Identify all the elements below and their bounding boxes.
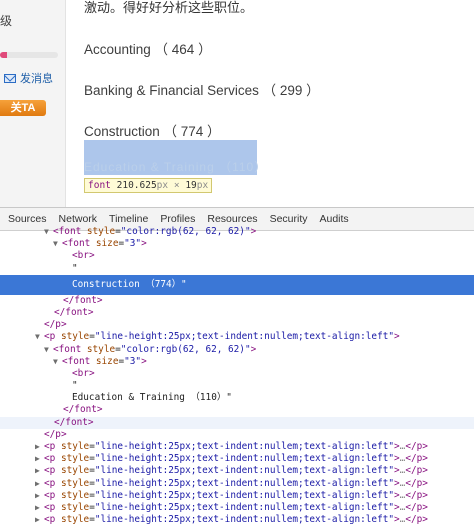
mail-icon (4, 73, 16, 83)
dom-node-p-collapsed[interactable]: ▶ <p style="line-height:25px;text-indent:… (0, 453, 474, 465)
web-page-viewport: 级 发消息 关TA Education & Training （110） 激动。… (0, 0, 474, 207)
expand-triangle-icon[interactable]: ▼ (53, 356, 62, 368)
intro-text: 激动。得好好分析这些职位。 (84, 1, 254, 16)
dom-close-p[interactable]: </p> (0, 319, 474, 331)
tooltip-unit-height: px (196, 180, 209, 191)
collapsed-triangle-icon[interactable]: ▶ (35, 465, 44, 477)
collapsed-triangle-icon[interactable]: ▶ (35, 441, 44, 453)
dom-tree: ▼ <font style="color:rgb(62, 62, 62)"> ▼ <… (0, 226, 474, 525)
tooltip-width: 210.625 (116, 180, 157, 191)
category-banking: Banking & Financial Services （ 299 ） (84, 83, 320, 98)
collapsed-triangle-icon[interactable]: ▶ (35, 514, 44, 525)
dom-close-font[interactable]: </font> (0, 404, 474, 416)
dom-node-p[interactable]: ▼ <p style="line-height:25px;text-indent:… (0, 331, 474, 343)
left-profile-panel: 级 发消息 关TA (0, 0, 66, 207)
level-progress-fill (0, 52, 7, 58)
dom-close-font[interactable]: </font> (0, 295, 474, 307)
highlighted-text: Education & Training （110） (84, 160, 268, 174)
dom-node-font-size[interactable]: ▼ <font size="3"> (0, 356, 474, 368)
dom-node-p-collapsed[interactable]: ▶ <p style="line-height:25px;text-indent:… (0, 465, 474, 477)
dom-node-font-style[interactable]: ▼ <font style="color:rgb(62, 62, 62)"> (0, 226, 474, 238)
collapsed-triangle-icon[interactable]: ▶ (35, 502, 44, 514)
dom-text-quote[interactable]: " (0, 380, 474, 392)
element-highlight-overlay: Education & Training （110） (84, 140, 266, 175)
tooltip-height: 19 (185, 180, 197, 191)
send-message-label: 发消息 (20, 72, 53, 85)
dom-node-font-style[interactable]: ▼ <font style="color:rgb(62, 62, 62)"> (0, 344, 474, 356)
collapsed-triangle-icon[interactable]: ▶ (35, 453, 44, 465)
dom-node-br[interactable]: <br> (0, 368, 474, 380)
category-construction: Construction （ 774 ） (84, 124, 221, 139)
dom-node-p-collapsed[interactable]: ▶ <p style="line-height:25px;text-indent:… (0, 502, 474, 514)
dom-text-education[interactable]: Education & Training （110）" (0, 392, 474, 404)
level-text: 级 (0, 14, 13, 28)
category-accounting: Accounting （ 464 ） (84, 42, 212, 57)
dom-text-construction-selected[interactable]: Construction （774）" (0, 274, 474, 295)
inspect-size-tooltip: font 210.625px × 19px (84, 178, 213, 193)
tooltip-tag: font (88, 180, 111, 191)
dom-node-p-collapsed[interactable]: ▶ <p style="line-height:25px;text-indent:… (0, 514, 474, 525)
dom-close-p[interactable]: </p> (0, 429, 474, 441)
dom-node-p-collapsed[interactable]: ▶ <p style="line-height:25px;text-indent:… (0, 441, 474, 453)
dom-node-font-size[interactable]: ▼ <font size="3"> (0, 238, 474, 250)
collapsed-triangle-icon[interactable]: ▶ (35, 478, 44, 490)
dom-close-font-hovered[interactable]: </font> (0, 416, 474, 429)
dom-text-quote[interactable]: " (0, 263, 474, 275)
devtools-panel: Sources Network Timeline Profiles Resour… (0, 207, 474, 525)
level-progress-bar (0, 52, 58, 58)
tooltip-times: × (173, 180, 180, 191)
dom-close-font[interactable]: </font> (0, 307, 474, 319)
expand-triangle-icon[interactable]: ▼ (35, 331, 44, 343)
dom-node-p-collapsed[interactable]: ▶ <p style="line-height:25px;text-indent:… (0, 478, 474, 490)
tooltip-unit-width: px (156, 180, 169, 191)
dom-node-p-collapsed[interactable]: ▶ <p style="line-height:25px;text-indent:… (0, 490, 474, 502)
expand-triangle-icon[interactable]: ▼ (44, 344, 53, 356)
expand-triangle-icon[interactable]: ▼ (53, 238, 62, 250)
send-message-link[interactable]: 发消息 (4, 70, 53, 86)
expand-triangle-icon[interactable]: ▼ (44, 226, 53, 238)
collapsed-triangle-icon[interactable]: ▶ (35, 490, 44, 502)
follow-ta-button[interactable]: 关TA (0, 100, 46, 116)
dom-node-br[interactable]: <br> (0, 250, 474, 262)
